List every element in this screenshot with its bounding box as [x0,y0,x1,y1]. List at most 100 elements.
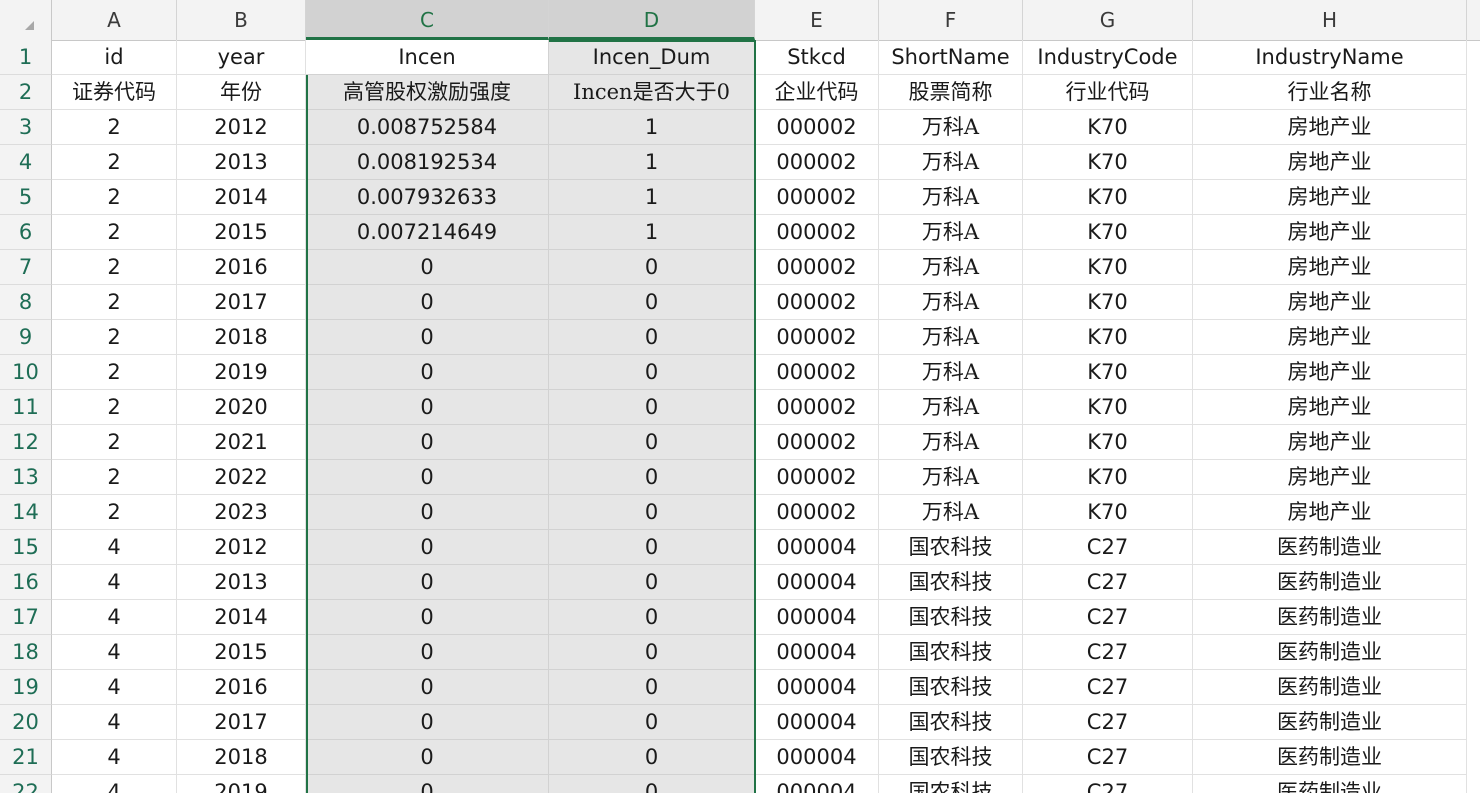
cell-b2[interactable]: 年份 [177,75,306,110]
cell-b20[interactable]: 2017 [177,705,306,740]
cell-h8[interactable]: 房地产业 [1193,285,1467,320]
cell-f6[interactable]: 万科A [879,215,1023,250]
cell-d22[interactable]: 0 [549,775,755,793]
cell-b19[interactable]: 2016 [177,670,306,705]
cell-g14[interactable]: K70 [1023,495,1193,530]
cell-d10[interactable]: 0 [549,355,755,390]
cell-a3[interactable]: 2 [52,110,177,145]
cell-g9[interactable]: K70 [1023,320,1193,355]
cell-g1[interactable]: IndustryCode [1023,40,1193,75]
cell-f16[interactable]: 国农科技 [879,565,1023,600]
cell-c12[interactable]: 0 [306,425,549,460]
cell-f17[interactable]: 国农科技 [879,600,1023,635]
column-header-h[interactable]: H [1193,0,1467,40]
cell-f21[interactable]: 国农科技 [879,740,1023,775]
cell-a13[interactable]: 2 [52,460,177,495]
cell-b21[interactable]: 2018 [177,740,306,775]
cell-h10[interactable]: 房地产业 [1193,355,1467,390]
cell-c14[interactable]: 0 [306,495,549,530]
select-all-button[interactable] [0,0,52,40]
cell-g5[interactable]: K70 [1023,180,1193,215]
row-header[interactable]: 2 [0,75,52,110]
row-header[interactable]: 5 [0,180,52,215]
cell-e11[interactable]: 000002 [755,390,879,425]
cell-a7[interactable]: 2 [52,250,177,285]
cell-a2[interactable]: 证券代码 [52,75,177,110]
cell-h17[interactable]: 医药制造业 [1193,600,1467,635]
cell-a17[interactable]: 4 [52,600,177,635]
cell-h3[interactable]: 房地产业 [1193,110,1467,145]
cell-g3[interactable]: K70 [1023,110,1193,145]
cell-g7[interactable]: K70 [1023,250,1193,285]
cell-d14[interactable]: 0 [549,495,755,530]
cell-c9[interactable]: 0 [306,320,549,355]
cell-a16[interactable]: 4 [52,565,177,600]
cell-d5[interactable]: 1 [549,180,755,215]
cell-f9[interactable]: 万科A [879,320,1023,355]
cell-e20[interactable]: 000004 [755,705,879,740]
cell-h22[interactable]: 医药制造业 [1193,775,1467,793]
cell-e5[interactable]: 000002 [755,180,879,215]
cell-c10[interactable]: 0 [306,355,549,390]
column-header-a[interactable]: A [52,0,177,40]
cell-c22[interactable]: 0 [306,775,549,793]
cell-e8[interactable]: 000002 [755,285,879,320]
column-header-c[interactable]: C [306,0,549,40]
cell-f15[interactable]: 国农科技 [879,530,1023,565]
cell-g13[interactable]: K70 [1023,460,1193,495]
row-header[interactable]: 15 [0,530,52,565]
cell-d19[interactable]: 0 [549,670,755,705]
cell-f19[interactable]: 国农科技 [879,670,1023,705]
cell-c5[interactable]: 0.007932633 [306,180,549,215]
cell-f12[interactable]: 万科A [879,425,1023,460]
cell-a15[interactable]: 4 [52,530,177,565]
cell-c20[interactable]: 0 [306,705,549,740]
cell-c15[interactable]: 0 [306,530,549,565]
cell-a21[interactable]: 4 [52,740,177,775]
cell-c16[interactable]: 0 [306,565,549,600]
cell-g4[interactable]: K70 [1023,145,1193,180]
cell-c1[interactable]: Incen [306,40,549,75]
cell-a18[interactable]: 4 [52,635,177,670]
cell-h11[interactable]: 房地产业 [1193,390,1467,425]
cell-e13[interactable]: 000002 [755,460,879,495]
cell-c21[interactable]: 0 [306,740,549,775]
cell-b15[interactable]: 2012 [177,530,306,565]
row-header[interactable]: 12 [0,425,52,460]
cell-b1[interactable]: year [177,40,306,75]
cell-d17[interactable]: 0 [549,600,755,635]
cell-e7[interactable]: 000002 [755,250,879,285]
cell-g17[interactable]: C27 [1023,600,1193,635]
cell-d15[interactable]: 0 [549,530,755,565]
cell-a1[interactable]: id [52,40,177,75]
cell-h16[interactable]: 医药制造业 [1193,565,1467,600]
cell-d8[interactable]: 0 [549,285,755,320]
row-header[interactable]: 13 [0,460,52,495]
cell-b11[interactable]: 2020 [177,390,306,425]
row-header[interactable]: 21 [0,740,52,775]
cell-g12[interactable]: K70 [1023,425,1193,460]
cell-f11[interactable]: 万科A [879,390,1023,425]
cell-d4[interactable]: 1 [549,145,755,180]
cell-f22[interactable]: 国农科技 [879,775,1023,793]
row-header[interactable]: 9 [0,320,52,355]
cell-b22[interactable]: 2019 [177,775,306,793]
cell-b18[interactable]: 2015 [177,635,306,670]
cell-h12[interactable]: 房地产业 [1193,425,1467,460]
cell-c7[interactable]: 0 [306,250,549,285]
row-header[interactable]: 14 [0,495,52,530]
cell-h14[interactable]: 房地产业 [1193,495,1467,530]
cell-e18[interactable]: 000004 [755,635,879,670]
cell-f5[interactable]: 万科A [879,180,1023,215]
cell-c2[interactable]: 高管股权激励强度 [306,75,549,110]
cell-f13[interactable]: 万科A [879,460,1023,495]
cell-b14[interactable]: 2023 [177,495,306,530]
cell-g6[interactable]: K70 [1023,215,1193,250]
cell-g10[interactable]: K70 [1023,355,1193,390]
cell-e1[interactable]: Stkcd [755,40,879,75]
cell-g20[interactable]: C27 [1023,705,1193,740]
row-header[interactable]: 4 [0,145,52,180]
cell-e2[interactable]: 企业代码 [755,75,879,110]
cell-d6[interactable]: 1 [549,215,755,250]
cell-d9[interactable]: 0 [549,320,755,355]
